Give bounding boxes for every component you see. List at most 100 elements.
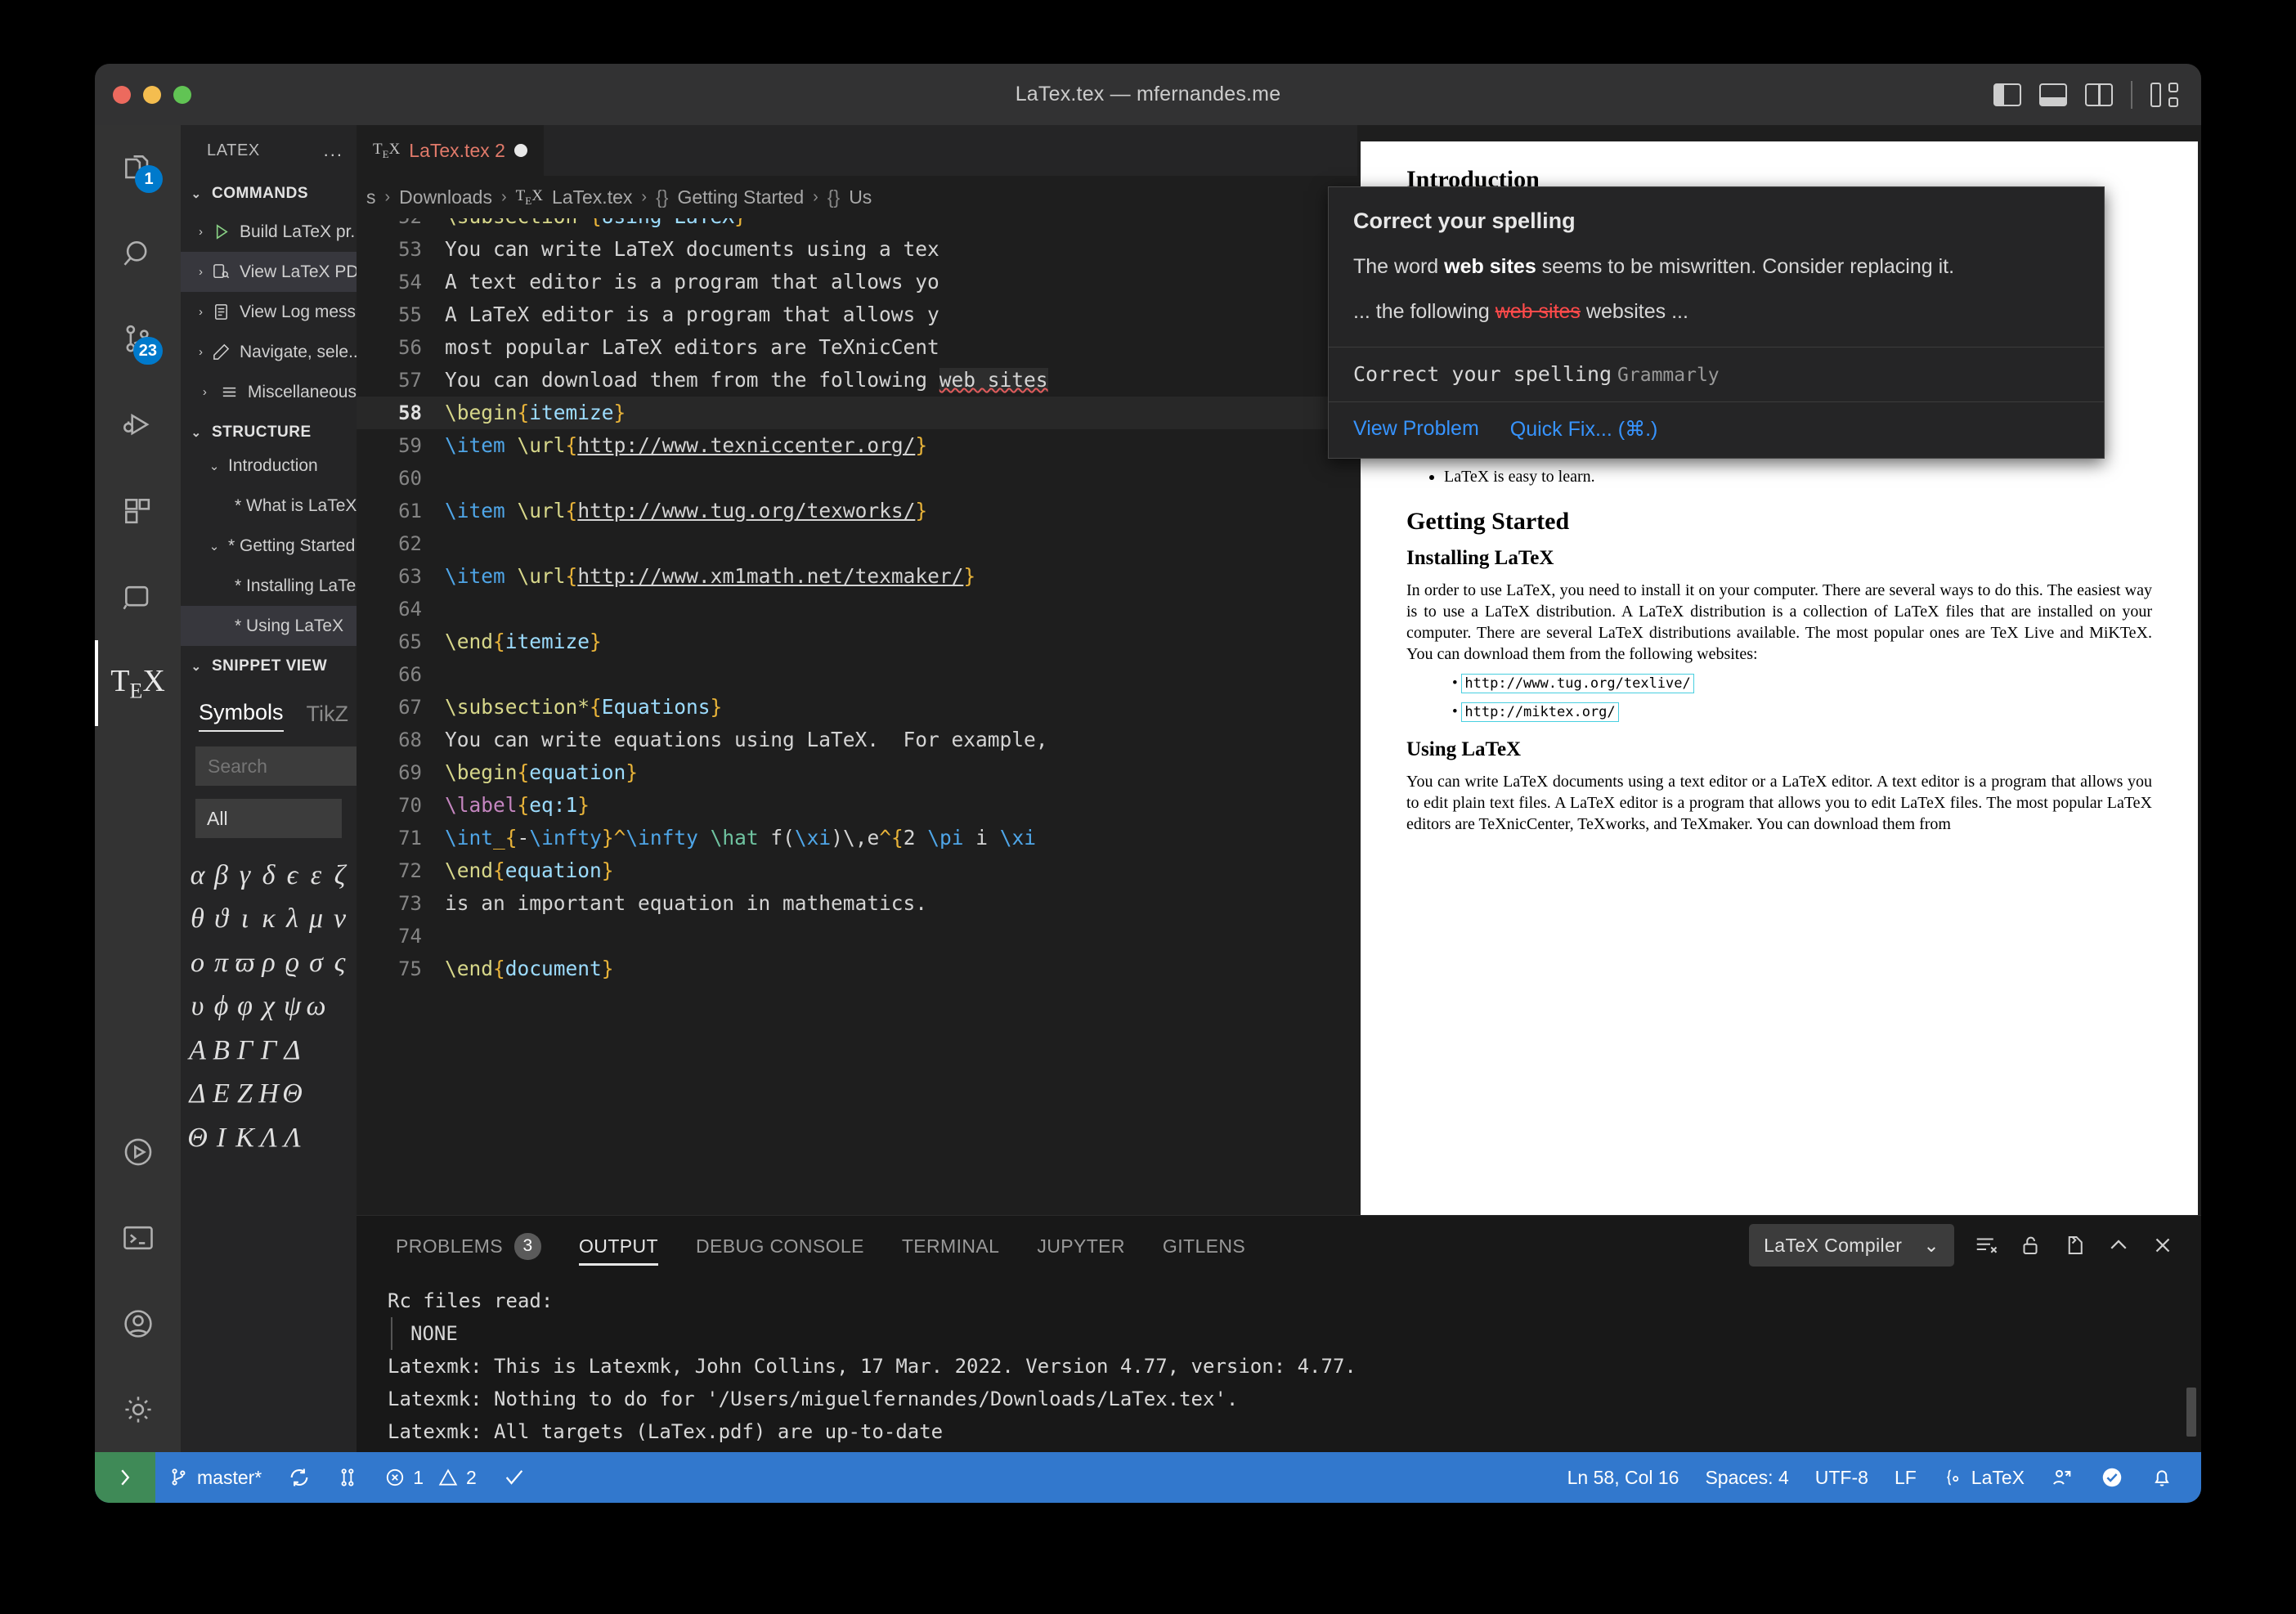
activity-item-runner[interactable] [95, 1109, 181, 1195]
symbol-cell[interactable]: χ [257, 987, 280, 1025]
symbol-cell[interactable]: υ [186, 987, 209, 1025]
symbol-cell[interactable]: λ [280, 899, 304, 938]
structure-item-getting-started[interactable]: ⌄ * Getting Started [181, 526, 357, 566]
symbol-cell[interactable]: φ [233, 987, 257, 1025]
symbol-cell[interactable]: Α [186, 1031, 209, 1069]
symbol-cell[interactable]: ϖ [233, 944, 257, 982]
symbol-cell[interactable]: Λ [280, 1119, 304, 1157]
activity-item-search[interactable] [95, 211, 181, 297]
status-sync-button[interactable] [275, 1452, 324, 1503]
activity-item-source-control[interactable]: 23 [95, 297, 181, 383]
symbol-cell[interactable]: Γ [257, 1031, 280, 1069]
tab-jupyter[interactable]: JUPYTER [1037, 1221, 1125, 1271]
symbol-cell[interactable]: Κ [233, 1119, 257, 1157]
modified-indicator-icon[interactable] [513, 144, 527, 157]
status-problems[interactable]: 1 2 [371, 1452, 490, 1503]
symbol-cell[interactable]: Θ [280, 1074, 304, 1113]
symbol-cell[interactable]: Γ [233, 1031, 257, 1069]
section-header-snippet-view[interactable]: ⌄ SNIPPET VIEW [181, 648, 357, 684]
output-channel-select[interactable]: LaTeX Compiler ⌄ [1749, 1224, 1954, 1267]
sidebar-item-bibtex-actions[interactable]: › BibTeX actions [181, 412, 357, 415]
tab-terminal[interactable]: TERMINAL [902, 1221, 1000, 1271]
sidebar-more-actions-icon[interactable]: ... [324, 140, 343, 161]
open-in-editor-icon[interactable] [2062, 1233, 2087, 1258]
hover-tooltip[interactable]: Correct your spelling The word web sites… [1328, 186, 2105, 459]
symbol-cell[interactable]: Ε [209, 1074, 233, 1113]
quick-fix-link[interactable]: Quick Fix... (⌘.) [1510, 417, 1658, 442]
symbol-cell[interactable]: ι [233, 899, 257, 938]
symbol-cell[interactable]: ε [304, 856, 328, 894]
sidebar-item-view-log[interactable]: › View Log mess... [181, 292, 357, 332]
activity-item-latex[interactable]: TEX [95, 640, 181, 726]
symbol-cell[interactable]: Δ [186, 1074, 209, 1113]
sidebar-item-build-latex[interactable]: › Build LaTeX pr... [181, 212, 357, 252]
status-branch[interactable]: master* [155, 1452, 275, 1503]
lock-scroll-icon[interactable] [2018, 1233, 2043, 1258]
sidebar-item-navigate[interactable]: › Navigate, sele... [181, 332, 357, 372]
symbol-cell[interactable]: ϑ [209, 899, 233, 938]
symbol-cell[interactable]: α [186, 856, 209, 894]
status-language-mode[interactable]: LaTeX [1930, 1452, 2038, 1503]
tab-gitlens[interactable]: GITLENS [1163, 1221, 1245, 1271]
breadcrumb-item-2[interactable]: LaTex.tex [552, 186, 632, 208]
structure-item-installing-latex[interactable]: * Installing LaTeX [181, 566, 357, 606]
symbol-cell[interactable]: π [209, 944, 233, 982]
output-console[interactable]: Rc files read: NONE Latexmk: This is Lat… [357, 1275, 2201, 1448]
symbol-cell[interactable]: Β [209, 1031, 233, 1069]
tab-debug-console[interactable]: DEBUG CONSOLE [696, 1221, 864, 1271]
structure-item-what-is-latex[interactable]: * What is LaTeX? [181, 486, 357, 526]
status-branch-compare[interactable] [324, 1452, 371, 1503]
section-header-commands[interactable]: ⌄ COMMANDS [181, 176, 357, 212]
breadcrumb-item-4[interactable]: Us [849, 186, 872, 208]
toggle-primary-sidebar-icon[interactable] [1993, 83, 2021, 106]
symbol-cell[interactable]: Θ [186, 1119, 209, 1157]
pdf-link-texlive[interactable]: http://www.tug.org/texlive/ [1461, 674, 1694, 693]
status-notifications[interactable] [2137, 1452, 2186, 1503]
activity-item-run-debug[interactable] [95, 383, 181, 469]
symbol-cell[interactable]: θ [186, 899, 209, 938]
snippet-search-input[interactable] [195, 746, 357, 786]
symbol-cell[interactable]: Λ [257, 1119, 280, 1157]
status-check[interactable] [490, 1452, 539, 1503]
view-problem-link[interactable]: View Problem [1353, 417, 1479, 442]
panel-scrollbar-thumb[interactable] [2186, 1388, 2196, 1437]
activity-item-explorer[interactable]: 1 [95, 125, 181, 211]
toggle-secondary-sidebar-icon[interactable] [2085, 83, 2113, 106]
status-sync-ok[interactable] [2087, 1452, 2137, 1503]
sidebar-item-miscellaneous[interactable]: › Miscellaneous [181, 372, 357, 412]
structure-item-using-latex[interactable]: * Using LaTeX [181, 606, 357, 646]
tab-problems[interactable]: PROBLEMS 3 [396, 1218, 542, 1273]
symbol-cell[interactable]: β [209, 856, 233, 894]
symbol-cell[interactable]: Η [257, 1074, 280, 1113]
breadcrumb-item-0[interactable]: s [366, 186, 376, 208]
status-encoding[interactable]: UTF-8 [1802, 1452, 1881, 1503]
customize-layout-icon[interactable] [2150, 82, 2178, 107]
symbol-cell[interactable]: ζ [328, 856, 352, 894]
activity-item-terminal[interactable] [95, 1195, 181, 1280]
breadcrumb-item-1[interactable]: Downloads [399, 186, 492, 208]
status-cursor-position[interactable]: Ln 58, Col 16 [1554, 1452, 1693, 1503]
tab-symbols[interactable]: Symbols [199, 700, 284, 732]
pdf-link-miktex[interactable]: http://miktex.org/ [1461, 702, 1619, 722]
symbol-cell[interactable]: κ [257, 899, 280, 938]
activity-item-testing[interactable] [95, 554, 181, 640]
clear-output-icon[interactable] [1974, 1233, 1998, 1258]
close-panel-icon[interactable] [2150, 1233, 2175, 1258]
symbol-cell[interactable]: Ζ [233, 1074, 257, 1113]
status-eol[interactable]: LF [1881, 1452, 1930, 1503]
symbol-cell[interactable]: γ [233, 856, 257, 894]
symbol-cell[interactable]: ς [328, 944, 352, 982]
activity-item-settings[interactable] [95, 1366, 181, 1452]
collapse-panel-icon[interactable] [2106, 1233, 2131, 1258]
breadcrumb-item-3[interactable]: Getting Started [677, 186, 804, 208]
structure-item-introduction[interactable]: ⌄ Introduction [181, 446, 357, 486]
activity-item-extensions[interactable] [95, 469, 181, 554]
tab-output[interactable]: OUTPUT [579, 1221, 658, 1271]
symbol-cell[interactable]: Ι [209, 1119, 233, 1157]
status-indentation[interactable]: Spaces: 4 [1692, 1452, 1801, 1503]
symbol-cell[interactable]: ϕ [209, 987, 233, 1025]
symbol-cell[interactable]: ϵ [280, 856, 304, 894]
status-remote-button[interactable] [95, 1452, 155, 1503]
activity-item-accounts[interactable] [95, 1280, 181, 1366]
symbol-cell[interactable]: ω [304, 987, 328, 1025]
